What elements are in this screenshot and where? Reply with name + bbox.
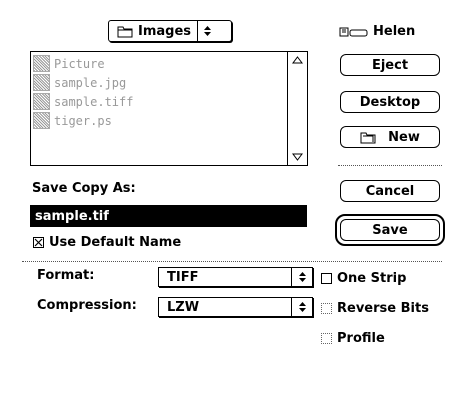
reverse-bits-checkbox[interactable] [321, 303, 332, 314]
profile-label: Profile [337, 331, 385, 346]
new-folder-icon [360, 132, 376, 144]
file-name: sample.jpg [54, 75, 127, 90]
use-default-name-checkbox[interactable] [33, 237, 44, 248]
format-label: Format: [37, 268, 95, 283]
file-name: Picture [54, 56, 105, 71]
use-default-name-label: Use Default Name [49, 235, 182, 250]
one-strip-label: One Strip [337, 271, 407, 286]
list-item[interactable]: sample.tiff [33, 93, 133, 110]
file-name: sample.tiff [54, 94, 134, 109]
eject-button[interactable]: Eject [340, 54, 440, 76]
format-select[interactable]: TIFF [158, 267, 313, 287]
use-default-name-option[interactable]: Use Default Name [33, 235, 181, 250]
save-button[interactable]: Save [340, 219, 440, 241]
updown-arrows-icon [292, 271, 312, 283]
reverse-bits-label: Reverse Bits [337, 301, 429, 316]
list-item[interactable]: tiger.ps [33, 112, 112, 129]
file-name: tiger.ps [54, 113, 112, 128]
folder-popup-label: Images [138, 23, 192, 39]
format-value: TIFF [167, 269, 199, 285]
document-icon [33, 112, 50, 129]
document-icon [33, 74, 50, 91]
profile-checkbox[interactable] [321, 333, 332, 344]
new-folder-button[interactable]: New [340, 126, 440, 148]
cancel-button[interactable]: Cancel [340, 180, 440, 202]
document-icon [33, 55, 50, 72]
save-as-label: Save Copy As: [32, 181, 136, 196]
volume-indicator: Helen [339, 24, 415, 39]
drive-icon [339, 27, 368, 36]
list-item[interactable]: Picture [33, 55, 105, 72]
scroll-up-arrow-icon[interactable] [288, 52, 306, 68]
filename-field[interactable]: sample.tif [30, 205, 307, 227]
compression-select[interactable]: LZW [158, 297, 313, 317]
checkmark-icon [34, 238, 43, 247]
button-separator [338, 165, 442, 166]
list-item[interactable]: sample.jpg [33, 74, 126, 91]
reverse-bits-option[interactable]: Reverse Bits [321, 301, 429, 316]
document-icon [33, 93, 50, 110]
file-list[interactable]: Picture sample.jpg sample.tiff tiger.ps [30, 51, 308, 166]
options-divider [22, 261, 442, 262]
desktop-button[interactable]: Desktop [340, 91, 440, 113]
file-list-scrollbar[interactable] [287, 52, 307, 165]
compression-value: LZW [167, 299, 200, 315]
volume-name: Helen [373, 24, 416, 39]
folder-popup[interactable]: Images [108, 20, 232, 42]
profile-option[interactable]: Profile [321, 331, 385, 346]
filename-value: sample.tif [35, 208, 109, 224]
scroll-down-arrow-icon[interactable] [288, 149, 306, 165]
one-strip-option[interactable]: One Strip [321, 271, 406, 286]
folder-icon [117, 26, 133, 37]
one-strip-checkbox[interactable] [321, 273, 332, 284]
updown-arrows-icon [198, 25, 216, 37]
updown-arrows-icon [292, 301, 312, 313]
compression-label: Compression: [37, 298, 137, 313]
